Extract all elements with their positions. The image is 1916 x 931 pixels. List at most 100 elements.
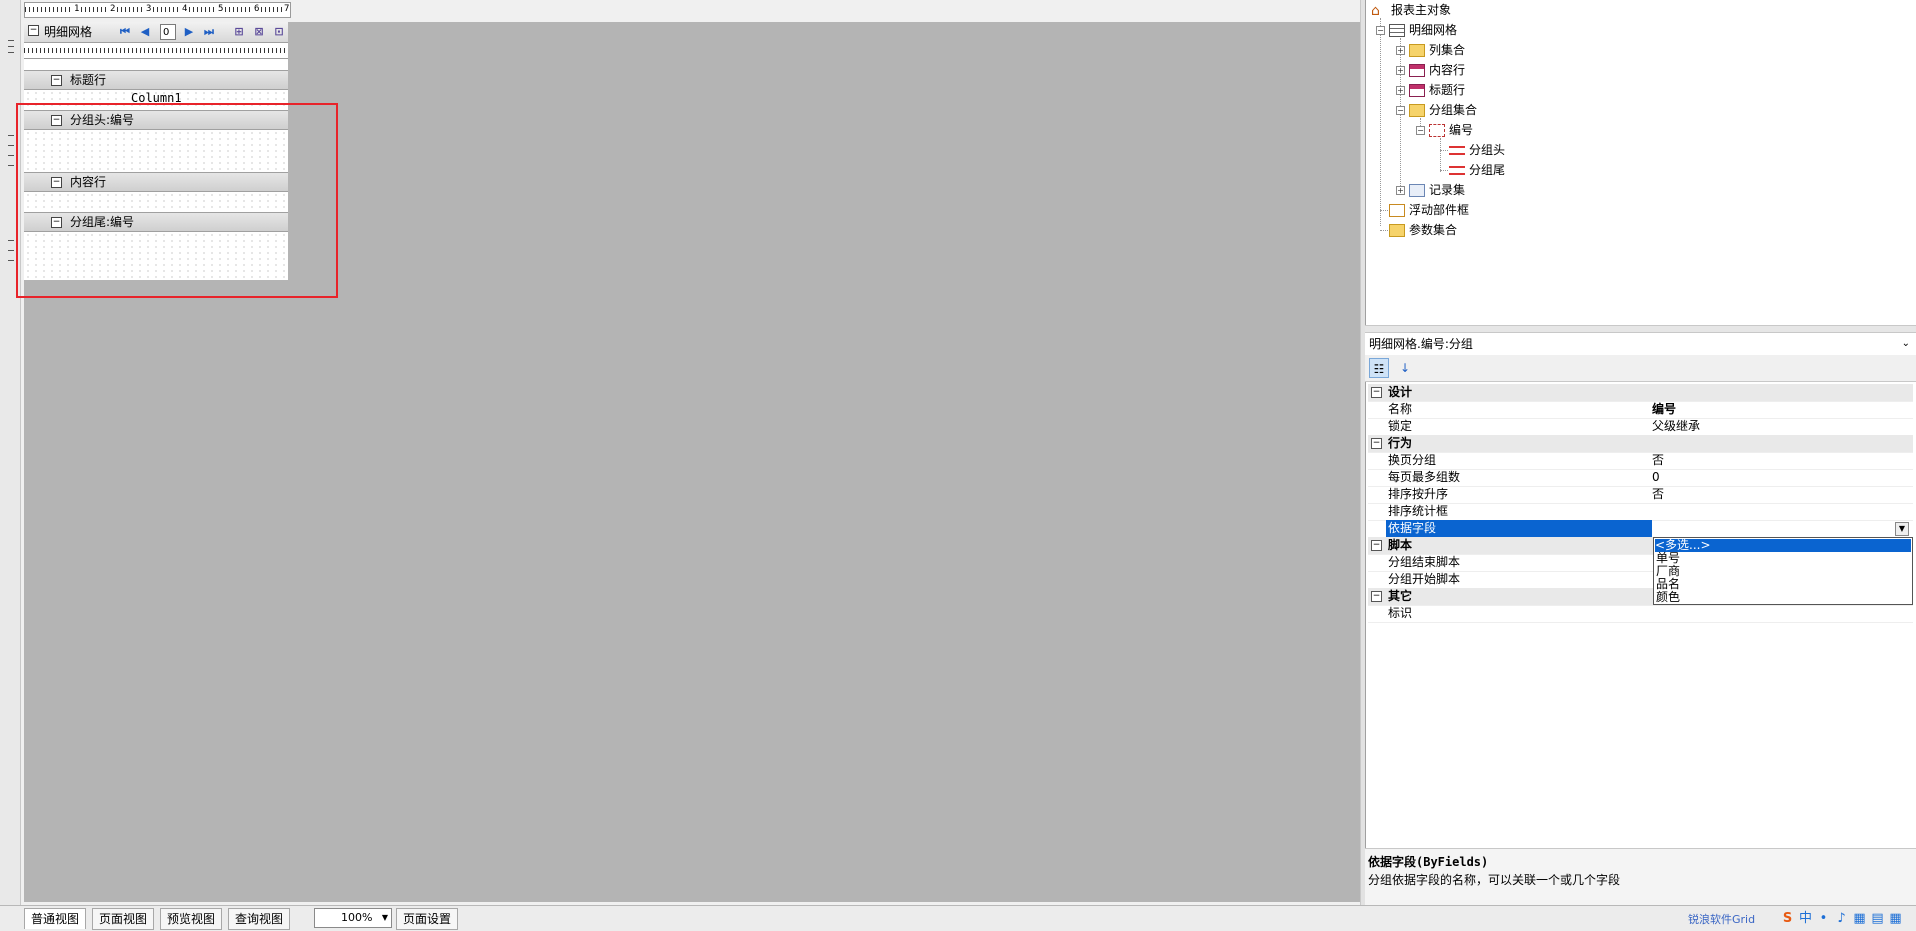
horizontal-splitter[interactable] [1365,325,1916,333]
microphone-icon[interactable]: ♪ [1834,911,1849,926]
property-row-tag[interactable]: 标识 [1368,605,1913,623]
keyboard-icon[interactable]: ▦ [1852,911,1867,926]
prev-page-icon[interactable]: ◀ [138,25,152,39]
sort-az-icon[interactable]: ↓ [1395,358,1415,378]
collapse-band-icon[interactable]: − [51,75,62,86]
property-category-design[interactable]: − 设计 [1368,384,1913,402]
tree-expander[interactable]: − [1416,126,1425,135]
punctuation-icon[interactable]: • [1816,911,1831,926]
tree-expander[interactable]: + [1396,186,1405,195]
property-value[interactable]: 否 [1652,486,1910,503]
chevron-down-icon[interactable]: ▼ [382,909,388,927]
property-row-sort-asc[interactable]: 排序按升序 否 [1368,486,1913,504]
dropdown-option[interactable]: 颜色 [1656,591,1680,604]
property-row-lock[interactable]: 锁定 父级继承 [1368,418,1913,436]
band-title-row[interactable]: − 标题行 [24,70,288,90]
detail-grid-title: 明细网格 [44,25,93,39]
property-category-label: 设计 [1388,385,1413,399]
property-category-behavior[interactable]: − 行为 [1368,435,1913,453]
band-label: 标题行 [70,73,107,87]
ruler-tick [8,40,14,41]
property-object-selector[interactable]: 明细网格.编号:分组 ⌄ [1365,333,1916,356]
dropdown-arrow-icon[interactable]: ▼ [1895,522,1909,536]
last-page-icon[interactable]: ⏭ [202,25,216,39]
ruler-tick [8,52,14,53]
tree-expander[interactable]: + [1396,46,1405,55]
categorized-icon[interactable]: ☷ [1369,358,1389,378]
property-row-sort-summary[interactable]: 排序统计框 [1368,503,1913,521]
first-page-icon[interactable]: ⏮ [118,25,132,39]
ruler-tick [8,250,14,251]
property-description: 依据字段(ByFields) 分组依据字段的名称，可以关联一个或几个字段 [1365,848,1916,906]
tree-item-recordset[interactable]: 记录集 [1409,180,1465,200]
grid-tool-icon-1[interactable]: ⊞ [232,25,246,39]
toolbox-icon[interactable]: ▤ [1870,911,1885,926]
grid-tool-icon-2[interactable]: ⊠ [252,25,266,39]
collapse-category-icon[interactable]: − [1371,540,1382,551]
chevron-down-icon[interactable]: ⌄ [1902,333,1910,355]
tree-item-report-root[interactable]: ⌂ 报表主对象 [1371,0,1451,20]
property-object-name: 明细网格.编号:分组 [1369,337,1473,351]
collapse-category-icon[interactable]: − [1371,438,1382,449]
tree-item-group-number[interactable]: 编号 [1429,120,1473,140]
highlight-box-bands [16,103,338,298]
property-row-max-groups[interactable]: 每页最多组数 0 [1368,469,1913,487]
tree-item-content-row[interactable]: 内容行 [1409,60,1465,80]
chinese-input-icon[interactable]: 中 [1798,911,1813,926]
tab-preview-view[interactable]: 预览视图 [160,908,223,930]
collapse-category-icon[interactable]: − [1371,591,1382,602]
grid-tool-icon-3[interactable]: ⊡ [272,25,286,39]
grid-icon [1389,24,1405,37]
tree-item-groups[interactable]: 分组集合 [1409,100,1477,120]
collapse-grid-icon[interactable]: − [28,25,39,36]
tree-item-floating-frame[interactable]: 浮动部件框 [1389,200,1469,220]
tree-expander[interactable]: + [1396,86,1405,95]
property-value[interactable]: 否 [1652,452,1910,469]
property-row-page-break[interactable]: 换页分组 否 [1368,452,1913,470]
property-row-name[interactable]: 名称 编号 [1368,401,1913,419]
tab-normal-view[interactable]: 普通视图 [24,908,87,929]
dropdown-option[interactable]: <多选...> [1655,539,1911,552]
tree-item-label: 记录集 [1429,183,1466,197]
ruler-tick [8,145,14,146]
tree-expander[interactable]: − [1376,26,1385,35]
property-row-by-fields[interactable]: 依据字段 ▼ [1368,520,1913,538]
tab-page-view[interactable]: 页面视图 [92,908,155,930]
group-header-icon [1449,146,1465,155]
property-name: 排序按升序 [1388,487,1449,501]
ruler-number: 6 [253,3,261,15]
property-value[interactable]: 父级继承 [1652,418,1910,435]
tree-expander[interactable]: + [1396,66,1405,75]
tree-item-group-header[interactable]: 分组头 [1449,140,1505,160]
collapse-category-icon[interactable]: − [1371,387,1382,398]
by-fields-dropdown[interactable]: <多选...> 单号 厂商 品名 颜色 [1653,537,1913,605]
property-value[interactable]: 编号 [1652,401,1910,418]
ruler-number: 7 [283,3,290,15]
grid-menu-icon[interactable]: ▦ [1888,911,1903,926]
tree-item-group-footer[interactable]: 分组尾 [1449,160,1505,180]
tree-expander[interactable]: − [1396,106,1405,115]
next-page-icon[interactable]: ▶ [182,25,196,39]
title-row-icon [1409,84,1425,97]
tree-item-label: 分组头 [1469,143,1506,157]
page-number-input[interactable]: 0 [160,24,176,40]
page-setup-button[interactable]: 页面设置 [396,908,459,930]
input-method-s-icon[interactable]: S [1780,911,1795,926]
zoom-select[interactable]: 100% ▼ [314,908,392,928]
home-icon: ⌂ [1371,2,1380,19]
property-name: 锁定 [1388,419,1413,433]
property-name: 换页分组 [1388,453,1437,467]
tree-item-detail-grid[interactable]: 明细网格 [1389,20,1457,40]
ruler-tick [8,260,14,261]
content-row-icon [1409,64,1425,77]
tree-item-columns[interactable]: 列集合 [1409,40,1465,60]
tree-item-parameters[interactable]: 参数集合 [1389,220,1457,240]
tree-item-label: 编号 [1449,123,1474,137]
ruler-number: 3 [145,3,153,15]
tree-item-label: 报表主对象 [1391,3,1452,17]
tree-item-title-row[interactable]: 标题行 [1409,80,1465,100]
property-category-label: 行为 [1388,436,1413,450]
property-value[interactable]: 0 [1652,469,1910,486]
tab-query-view[interactable]: 查询视图 [228,908,291,930]
tree-item-label: 明细网格 [1409,23,1458,37]
